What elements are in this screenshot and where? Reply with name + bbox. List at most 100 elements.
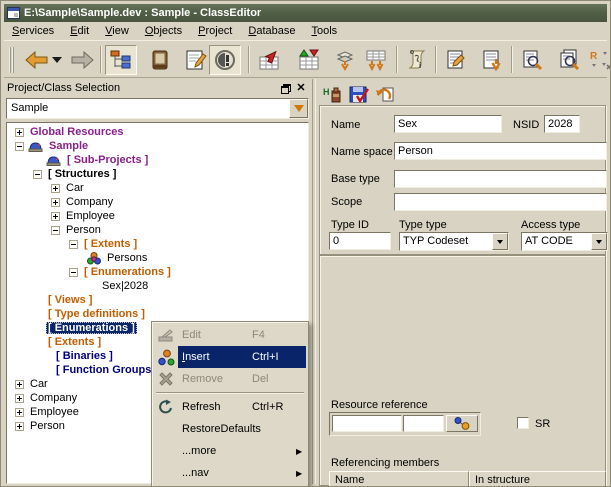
menu-database[interactable]: Database <box>240 23 303 40</box>
name-field[interactable] <box>394 115 502 133</box>
toolbar-button-class-editor[interactable] <box>209 45 241 75</box>
toolbar-button-forward[interactable] <box>66 45 98 75</box>
float-panel-button[interactable] <box>278 81 292 94</box>
toolbar-button-back[interactable] <box>21 45 53 75</box>
toolbar-button-back-dropdown[interactable] <box>50 45 64 75</box>
tree-item-sex-2028[interactable]: Sex|2028 <box>7 279 308 293</box>
resource-reference-label: Resource reference <box>331 399 428 411</box>
tree-item-enumerations[interactable]: [ Enumerations ] <box>7 265 308 279</box>
project-selector[interactable]: Sample <box>6 98 309 119</box>
toolbar-separator <box>248 46 250 73</box>
refresh-icon <box>154 399 178 415</box>
toolbar-separator <box>396 46 398 73</box>
access-type-dropdown-button[interactable] <box>591 233 607 250</box>
collapse-icon[interactable] <box>33 170 42 179</box>
resource-reference-field-left[interactable] <box>332 415 402 432</box>
tree-item-sample[interactable]: Sample <box>7 139 308 153</box>
toolbar-button-edit-document[interactable] <box>180 45 212 75</box>
type-type-dropdown-button[interactable] <box>492 233 508 250</box>
close-panel-button[interactable]: ✕ <box>294 81 308 94</box>
context-menu-item-nav[interactable]: ...nav ▶ <box>154 462 306 484</box>
tree-item-persons[interactable]: Persons <box>7 251 308 265</box>
menu-objects[interactable]: Objects <box>137 23 190 40</box>
project-selector-dropdown-button[interactable] <box>289 99 308 118</box>
toolbar-button-log-book[interactable] <box>144 45 176 75</box>
menu-edit[interactable]: Edit <box>62 23 97 40</box>
expand-icon[interactable] <box>51 184 60 193</box>
base-type-label: Base type <box>331 173 380 185</box>
resource-reference-field-right[interactable] <box>403 415 444 432</box>
tree-item-company[interactable]: Company <box>7 195 308 209</box>
collapse-icon[interactable] <box>69 268 78 277</box>
collapse-icon[interactable] <box>51 226 60 235</box>
expand-icon[interactable] <box>15 422 24 431</box>
table-import-icon <box>258 49 280 71</box>
class-editor-panel: H Name NSID Nam <box>317 79 608 484</box>
toolbar-button-ref-nav[interactable]: R <box>588 45 611 75</box>
table-download-icon <box>365 49 387 71</box>
toolbar-button-export-list[interactable] <box>476 45 508 75</box>
namespace-field[interactable] <box>394 142 607 160</box>
toolbar-button-table-import[interactable] <box>253 45 285 75</box>
toolbar-button-script-info[interactable]: i <box>401 45 433 75</box>
access-type-combo[interactable]: AT CODE <box>521 232 608 251</box>
toolbar-button-find-document[interactable] <box>516 45 548 75</box>
type-id-field[interactable] <box>329 232 391 250</box>
expand-icon[interactable] <box>15 408 24 417</box>
menu-project[interactable]: Project <box>190 23 240 40</box>
tree-item-car[interactable]: Car <box>7 181 308 195</box>
column-header-name[interactable]: Name <box>329 471 469 487</box>
tree-item-person[interactable]: Person <box>7 223 308 237</box>
hierarchy-button[interactable]: H <box>321 84 345 105</box>
collapse-icon[interactable] <box>15 142 24 151</box>
referencing-members-label: Referencing members <box>331 457 439 469</box>
toolbar-button-send-data[interactable] <box>329 45 361 75</box>
menu-tools[interactable]: Tools <box>303 23 345 40</box>
ref-nav-icon: R <box>589 49 611 71</box>
type-type-label: Type type <box>399 219 447 231</box>
menu-services[interactable]: Services <box>4 23 62 40</box>
title-bar: E:\Sample\Sample.dev : Sample - ClassEdi… <box>4 4 607 22</box>
expand-icon[interactable] <box>15 394 24 403</box>
type-type-combo[interactable]: TYP Codeset <box>399 232 509 251</box>
tree-item-extents[interactable]: [ Extents ] <box>7 237 308 251</box>
context-menu-item-insert[interactable]: Insert Ctrl+I <box>154 346 306 368</box>
scope-field[interactable] <box>394 193 607 211</box>
context-menu-item-refresh[interactable]: Refresh Ctrl+R <box>154 396 306 418</box>
toolbar-drag-handle[interactable] <box>9 47 14 73</box>
expand-icon[interactable] <box>15 380 24 389</box>
menu-view[interactable]: View <box>97 23 137 40</box>
nsid-field[interactable] <box>544 115 580 133</box>
column-header-in-structure[interactable]: In structure <box>469 471 606 487</box>
context-menu-item-more[interactable]: ...more ▶ <box>154 440 306 462</box>
toolbar-button-table-download[interactable] <box>360 45 392 75</box>
toolbar-button-edit-list[interactable] <box>440 45 472 75</box>
toolbar-button-table-sync[interactable] <box>293 45 325 75</box>
hierarchy-icon: H <box>323 86 343 104</box>
export-list-icon <box>481 49 503 71</box>
context-menu-item-restore-defaults[interactable]: RestoreDefaults <box>154 418 306 440</box>
revert-button[interactable] <box>373 84 397 105</box>
toolbar-button-find-documents[interactable] <box>553 45 585 75</box>
expand-icon[interactable] <box>15 128 24 137</box>
window-title: E:\Sample\Sample.dev : Sample - ClassEdi… <box>24 7 261 19</box>
nsid-label: NSID <box>513 119 539 131</box>
collapse-icon[interactable] <box>69 240 78 249</box>
tree-item-views[interactable]: [ Views ] <box>7 293 308 307</box>
script-info-icon: i <box>406 49 428 71</box>
tree-item-type-definitions[interactable]: [ Type definitions ] <box>7 307 308 321</box>
tree-item-employee[interactable]: Employee <box>7 209 308 223</box>
tree-item-structures[interactable]: [ Structures ] <box>7 167 308 181</box>
expand-icon[interactable] <box>51 198 60 207</box>
chevron-down-icon <box>497 240 503 244</box>
sr-checkbox[interactable] <box>517 417 529 429</box>
save-button[interactable] <box>347 84 371 105</box>
edit-list-icon <box>445 49 467 71</box>
remove-icon <box>154 371 178 387</box>
base-type-field[interactable] <box>394 170 607 188</box>
resource-reference-pick-button[interactable] <box>446 415 478 432</box>
tree-item-global-resources[interactable]: Global Resources <box>7 125 308 139</box>
toolbar-button-class-tree[interactable] <box>105 45 137 75</box>
tree-item-sub-projects[interactable]: [ Sub-Projects ] <box>7 153 308 167</box>
expand-icon[interactable] <box>51 212 60 221</box>
